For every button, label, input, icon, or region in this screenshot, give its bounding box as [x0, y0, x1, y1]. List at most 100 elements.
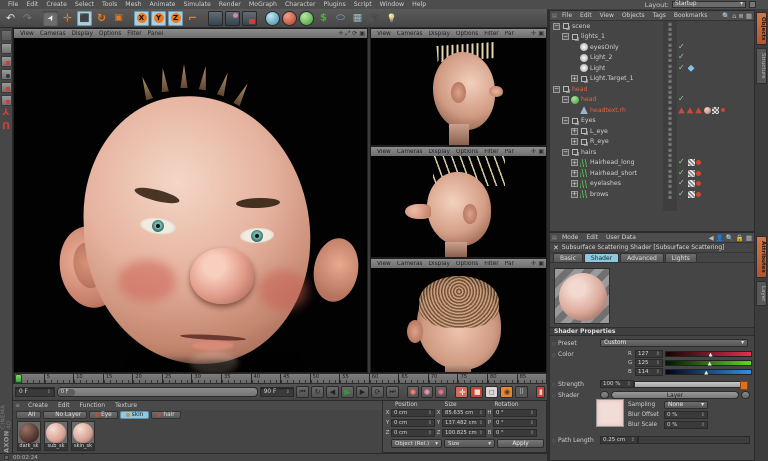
expand-toggle-icon[interactable]: [571, 44, 578, 51]
check-tag-icon[interactable]: [678, 65, 686, 72]
coordinate-system-button[interactable]: [185, 11, 200, 26]
object-row[interactable]: L_eye: [550, 126, 754, 137]
viewport-menu-item[interactable]: View: [374, 31, 394, 37]
check-tag-icon[interactable]: [678, 44, 686, 51]
menu-item[interactable]: MoGraph: [245, 0, 281, 9]
object-row[interactable]: brows: [550, 189, 754, 200]
hdot-tag-icon[interactable]: [696, 181, 701, 186]
key-parameter-toggle[interactable]: [500, 386, 513, 398]
deformers-menu-button[interactable]: [316, 11, 331, 26]
blur-scale-field[interactable]: 0 %⇕: [664, 421, 708, 429]
visibility-dots[interactable]: [663, 32, 676, 41]
shader-preview-toggle[interactable]: [600, 391, 609, 399]
lock-x-axis-button[interactable]: [134, 11, 149, 26]
object-label[interactable]: headtext.rh: [590, 107, 626, 114]
maximize-view-icon[interactable]: [538, 148, 544, 155]
menu-item[interactable]: Character: [281, 0, 320, 9]
object-row[interactable]: Light: [550, 63, 754, 74]
object-label[interactable]: R_eye: [590, 138, 609, 145]
viewport-menu-item[interactable]: Cameras: [37, 31, 69, 37]
rotate-view-icon[interactable]: [352, 30, 357, 37]
home-icon[interactable]: ⌂: [732, 12, 736, 20]
back-arrow-icon[interactable]: ◀: [709, 234, 714, 242]
object-label[interactable]: brows: [590, 191, 608, 198]
sampling-select[interactable]: None▾: [664, 401, 708, 409]
maximize-view-icon[interactable]: [538, 30, 544, 37]
object-tags[interactable]: [676, 65, 754, 72]
object-label[interactable]: hairs: [581, 149, 596, 156]
check-tag-icon[interactable]: [678, 54, 686, 61]
menu-item[interactable]: Help: [408, 0, 430, 9]
render-settings-button[interactable]: [242, 11, 257, 26]
material-menu-item[interactable]: Function: [75, 402, 111, 409]
slider-handle[interactable]: [708, 362, 712, 366]
expand-toggle-icon[interactable]: [562, 117, 569, 124]
visibility-dots[interactable]: [663, 22, 676, 31]
visibility-dots[interactable]: [663, 158, 676, 167]
generators-menu-button[interactable]: [299, 11, 314, 26]
object-label[interactable]: Light: [590, 65, 605, 72]
object-tags[interactable]: [676, 54, 754, 61]
menu-item[interactable]: Animate: [146, 0, 180, 9]
visibility-dots[interactable]: [663, 43, 676, 52]
object-row[interactable]: scene: [550, 21, 754, 32]
texture-mode-button[interactable]: [1, 56, 12, 67]
key-position-toggle[interactable]: [455, 386, 468, 398]
menu-item[interactable]: Select: [71, 0, 98, 9]
size-x-field[interactable]: 85.635 cm⇕: [442, 409, 486, 417]
search-icon[interactable]: 🔍: [726, 234, 734, 242]
primitive-menu-button[interactable]: [265, 11, 280, 26]
viewport-menu-item[interactable]: Options: [453, 149, 481, 155]
expand-toggle-icon[interactable]: [553, 23, 560, 30]
object-tags[interactable]: [676, 44, 754, 51]
rotation-p-field[interactable]: 0 °⇕: [493, 419, 537, 427]
goto-end-button[interactable]: [386, 386, 399, 398]
viewport-menu-item[interactable]: Panel: [502, 149, 514, 155]
object-row[interactable]: Light.Target_1: [550, 74, 754, 85]
grid-icon[interactable]: ▦: [746, 12, 752, 20]
htex-tag-icon[interactable]: [688, 191, 695, 198]
blue-slider[interactable]: [665, 369, 752, 375]
menu-item[interactable]: Plugins: [320, 0, 350, 9]
material-layer-tab[interactable]: All: [16, 411, 41, 419]
rotate-tool[interactable]: [94, 11, 109, 26]
object-tags[interactable]: [676, 180, 754, 187]
htex-tag-icon[interactable]: [688, 180, 695, 187]
list-icon[interactable]: ≣: [738, 12, 743, 20]
material-thumbnail[interactable]: dark_sk: [17, 421, 41, 451]
object-label[interactable]: eyesOnly: [590, 44, 619, 51]
scale-tool[interactable]: [77, 11, 92, 26]
object-label[interactable]: Hairhead_short: [590, 170, 637, 177]
lock-icon[interactable]: 🔒: [736, 234, 744, 242]
shader-options-button[interactable]: [741, 391, 750, 399]
expand-toggle-icon[interactable]: [571, 191, 578, 198]
object-label[interactable]: eyelashes: [590, 180, 621, 187]
object-row[interactable]: Hairhead_long: [550, 158, 754, 169]
layout-select[interactable]: Startup ▾: [672, 1, 746, 8]
viewport-menu-item[interactable]: Filter: [124, 31, 144, 37]
uvw-tag-icon[interactable]: [712, 107, 719, 114]
material-thumbnail[interactable]: skin_sk: [71, 421, 95, 451]
viewport-menu-item[interactable]: Filter: [481, 31, 501, 37]
viewport-canvas[interactable]: [371, 156, 546, 257]
expand-toggle-icon[interactable]: [571, 180, 578, 187]
pan-view-icon[interactable]: [531, 260, 536, 267]
pan-view-icon[interactable]: [531, 30, 536, 37]
spinner-icon[interactable]: ⇕: [47, 389, 51, 395]
visibility-dots[interactable]: [663, 53, 676, 62]
current-frame-field[interactable]: 0 F⇕: [15, 387, 55, 397]
hdot-tag-icon[interactable]: [696, 171, 701, 176]
expand-toggle-icon[interactable]: [571, 75, 578, 82]
object-row[interactable]: Hairhead_short: [550, 168, 754, 179]
loop-mode-button[interactable]: [311, 386, 324, 398]
rotation-b-field[interactable]: 0 °⇕: [493, 429, 537, 437]
viewport-menu-item[interactable]: Options: [96, 31, 124, 37]
object-row[interactable]: eyesOnly: [550, 42, 754, 53]
viewport-menu-item[interactable]: Options: [453, 31, 481, 37]
viewport-menu-item[interactable]: Panel: [502, 261, 514, 267]
visibility-dots[interactable]: [663, 148, 676, 157]
light-menu-button[interactable]: [384, 11, 399, 26]
viewport-menu-item[interactable]: Display: [426, 261, 453, 267]
seldot-tag-icon[interactable]: [721, 108, 725, 112]
viewport-menu-item[interactable]: Panel: [145, 31, 167, 37]
